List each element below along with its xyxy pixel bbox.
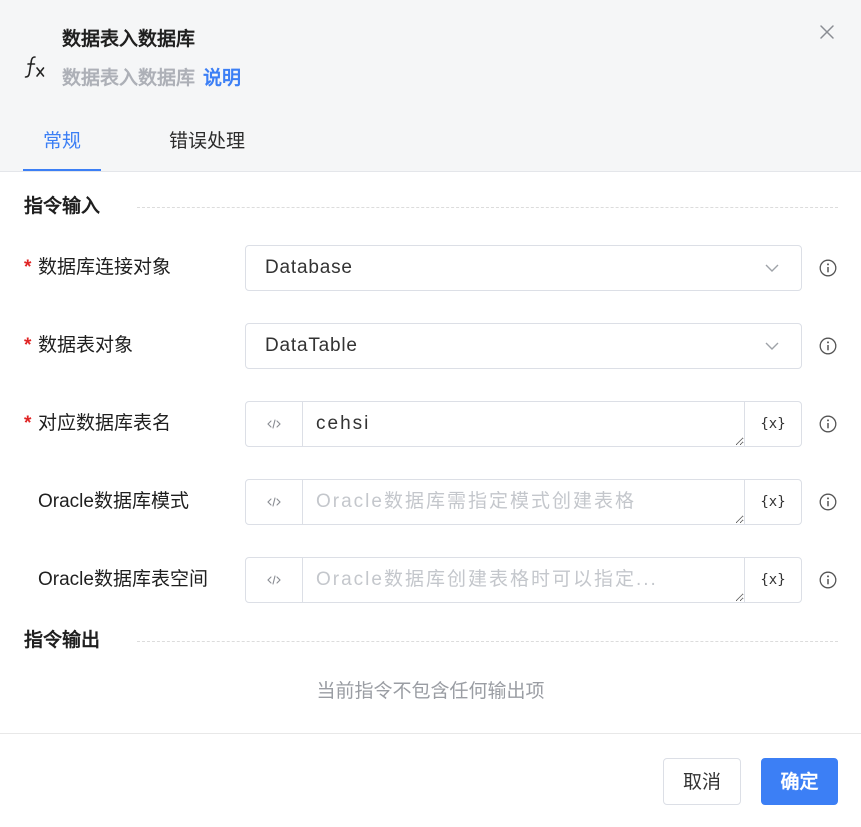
dialog-subtitle-text: 数据表入数据库 xyxy=(62,68,196,89)
info-icon[interactable] xyxy=(819,493,837,511)
close-icon[interactable] xyxy=(819,24,835,40)
field-label-text: Oracle数据库表空间 xyxy=(38,569,208,590)
code-icon xyxy=(267,497,281,507)
info-icon[interactable] xyxy=(819,571,837,589)
select-value: Database xyxy=(265,257,353,278)
field-label-datatable: * 数据表对象 xyxy=(24,323,133,369)
oracle-tablespace-input[interactable] xyxy=(303,558,744,602)
table-name-field: cehsi {x} xyxy=(245,401,802,447)
code-icon xyxy=(267,419,281,429)
output-section-title: 指令输出 xyxy=(24,630,101,651)
field-label-db-connection: * 数据库连接对象 xyxy=(24,245,171,291)
info-icon[interactable] xyxy=(819,259,837,277)
required-mark: * xyxy=(24,413,32,434)
datatable-select[interactable]: DataTable xyxy=(245,323,802,369)
insert-variable-button[interactable]: {x} xyxy=(744,402,801,446)
oracle-tablespace-field: {x} xyxy=(245,557,802,603)
required-mark: * xyxy=(24,257,32,278)
tab-general[interactable]: 常规 xyxy=(23,122,101,171)
select-value: DataTable xyxy=(265,335,358,356)
expression-mode-toggle[interactable] xyxy=(246,480,303,524)
expression-mode-toggle[interactable] xyxy=(246,558,303,602)
field-label-text: 对应数据库表名 xyxy=(38,413,172,434)
info-icon[interactable] xyxy=(819,415,837,433)
dialog-subtitle: 数据表入数据库 说明 xyxy=(62,67,241,91)
field-label-text: 数据表对象 xyxy=(38,335,134,356)
cancel-button[interactable]: 取消 xyxy=(663,758,741,805)
input-section-title: 指令输入 xyxy=(24,196,101,217)
required-mark: * xyxy=(24,335,32,356)
confirm-button[interactable]: 确定 xyxy=(761,758,838,805)
oracle-schema-input[interactable] xyxy=(303,480,744,524)
code-icon xyxy=(267,575,281,585)
tab-error-handling[interactable]: 错误处理 xyxy=(146,122,268,170)
field-label-text: Oracle数据库模式 xyxy=(38,491,189,512)
field-label-oracle-tablespace: Oracle数据库表空间 xyxy=(24,557,208,603)
table-name-input[interactable]: cehsi xyxy=(303,402,744,446)
dialog-title: 数据表入数据库 xyxy=(62,29,196,50)
output-section-divider xyxy=(137,641,838,642)
field-label-table-name: * 对应数据库表名 xyxy=(24,401,171,447)
field-label-oracle-schema: Oracle数据库模式 xyxy=(24,479,189,525)
output-empty-text: 当前指令不包含任何输出项 xyxy=(316,681,545,702)
info-icon[interactable] xyxy=(819,337,837,355)
help-link[interactable]: 说明 xyxy=(203,68,241,89)
dialog: 数据表入数据库 数据表入数据库 说明 常规 错误处理 指令输入 * 数据库连接对象 … xyxy=(0,0,861,827)
db-connection-select[interactable]: Database xyxy=(245,245,802,291)
expression-mode-toggle[interactable] xyxy=(246,402,303,446)
footer-divider xyxy=(0,733,861,734)
fx-icon xyxy=(24,56,45,78)
input-section-divider xyxy=(137,207,838,208)
chevron-down-icon xyxy=(765,264,779,272)
chevron-down-icon xyxy=(765,342,779,350)
oracle-schema-field: {x} xyxy=(245,479,802,525)
field-label-text: 数据库连接对象 xyxy=(38,257,172,278)
insert-variable-button[interactable]: {x} xyxy=(744,480,801,524)
insert-variable-button[interactable]: {x} xyxy=(744,558,801,602)
